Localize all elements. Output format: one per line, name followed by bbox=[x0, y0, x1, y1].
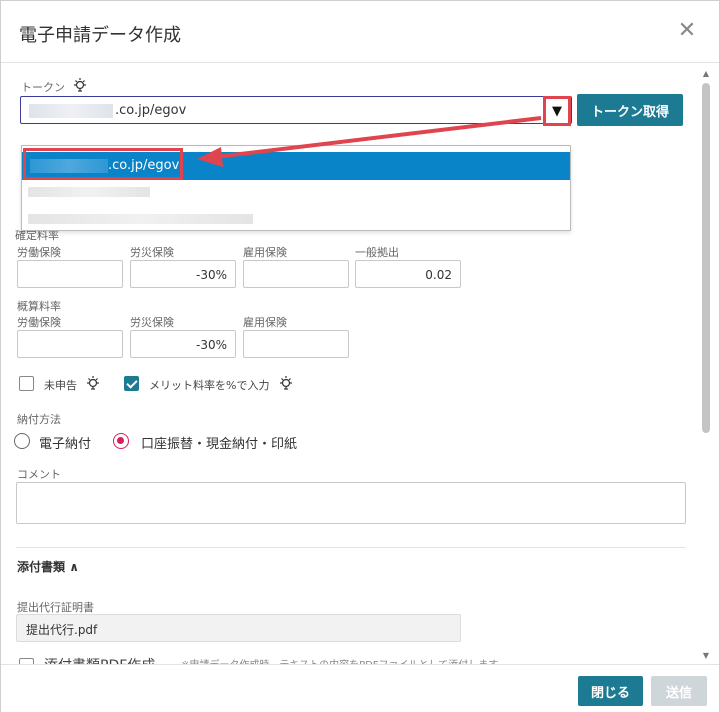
field-label: 一般拠出 bbox=[355, 246, 399, 259]
payment-method-label: 納付方法 bbox=[17, 413, 61, 426]
pdf-create-note-clip: ※申請データ作成時、テキストの内容をPDFファイルとして添付します bbox=[181, 656, 541, 664]
pdf-create-label-clip: 添付書類PDF作成 bbox=[44, 655, 194, 664]
highlight-box bbox=[23, 148, 183, 180]
proxy-cert-file-field[interactable]: 提出代行.pdf bbox=[16, 614, 461, 642]
estimated-workers-comp-input[interactable]: -30% bbox=[130, 330, 236, 358]
redacted-text bbox=[28, 214, 253, 224]
transfer-cash-stamp-label: 口座振替・現金納付・印紙 bbox=[141, 437, 298, 452]
attachments-title-text: 添付書類 bbox=[17, 560, 66, 574]
scroll-up-icon[interactable]: ▲ bbox=[700, 69, 712, 79]
divider bbox=[16, 547, 686, 548]
token-option[interactable] bbox=[22, 210, 570, 238]
estimated-rate-label: 概算料率 bbox=[17, 300, 61, 313]
input-value: 0.02 bbox=[425, 268, 452, 282]
token-select[interactable]: .co.jp/egov bbox=[20, 96, 572, 124]
dialog-footer: 閉じる 送信 bbox=[1, 664, 719, 712]
close-icon[interactable]: ✕ bbox=[675, 19, 699, 43]
confirmed-employment-insurance-input[interactable] bbox=[243, 260, 349, 288]
estimated-employment-insurance-input[interactable] bbox=[243, 330, 349, 358]
dialog: 電子申請データ作成 ✕ ▲ ▼ トークン .co.jp/egov ▼ トークン取… bbox=[0, 0, 720, 712]
token-selected-value: .co.jp/egov bbox=[29, 103, 186, 118]
dialog-title: 電子申請データ作成 bbox=[19, 25, 181, 46]
field-label: 労災保険 bbox=[130, 246, 174, 259]
redacted-text bbox=[29, 103, 113, 118]
token-label: トークン bbox=[21, 81, 65, 94]
get-token-button[interactable]: トークン取得 bbox=[577, 94, 683, 126]
confirmed-labor-insurance-input[interactable] bbox=[17, 260, 123, 288]
dialog-header: 電子申請データ作成 ✕ bbox=[1, 1, 719, 63]
attachments-section-title[interactable]: 添付書類 ∧ bbox=[17, 558, 79, 575]
lightbulb-icon[interactable] bbox=[72, 77, 88, 93]
comment-label: コメント bbox=[17, 468, 61, 481]
proxy-cert-file-name: 提出代行.pdf bbox=[26, 623, 98, 637]
pdf-create-label: 添付書類PDF作成 bbox=[44, 655, 155, 664]
close-button[interactable]: 閉じる bbox=[578, 676, 643, 706]
pdf-create-note: ※申請データ作成時、テキストの内容をPDFファイルとして添付します bbox=[181, 656, 498, 664]
unreported-checkbox[interactable] bbox=[19, 376, 34, 391]
comment-textarea[interactable] bbox=[16, 482, 686, 524]
token-option[interactable] bbox=[22, 183, 570, 211]
vertical-scrollbar[interactable]: ▲ ▼ bbox=[700, 69, 712, 661]
transfer-cash-stamp-radio[interactable] bbox=[113, 433, 129, 449]
field-label: 労災保険 bbox=[130, 316, 174, 329]
confirmed-general-contribution-input[interactable]: 0.02 bbox=[355, 260, 461, 288]
scroll-thumb[interactable] bbox=[702, 83, 710, 433]
proxy-cert-label: 提出代行証明書 bbox=[17, 601, 94, 614]
send-button[interactable]: 送信 bbox=[651, 676, 707, 706]
merit-rate-checkbox[interactable] bbox=[124, 376, 139, 391]
lightbulb-icon[interactable] bbox=[85, 375, 101, 391]
input-value: -30% bbox=[195, 338, 227, 352]
electronic-payment-radio[interactable] bbox=[14, 433, 30, 449]
confirmed-workers-comp-input[interactable]: -30% bbox=[130, 260, 236, 288]
field-label: 労働保険 bbox=[17, 246, 61, 259]
chevron-up-icon[interactable]: ∧ bbox=[69, 560, 79, 574]
token-value-text: .co.jp/egov bbox=[115, 103, 187, 118]
dropdown-arrow-icon[interactable]: ▼ bbox=[543, 96, 571, 126]
redacted-text bbox=[28, 187, 150, 197]
scroll-down-icon[interactable]: ▼ bbox=[700, 651, 712, 661]
unreported-label: 未申告 bbox=[44, 379, 77, 392]
merit-rate-label: メリット料率を%で入力 bbox=[149, 379, 270, 392]
estimated-labor-insurance-input[interactable] bbox=[17, 330, 123, 358]
input-value: -30% bbox=[195, 268, 227, 282]
field-label: 雇用保険 bbox=[243, 246, 287, 259]
electronic-payment-label: 電子納付 bbox=[39, 437, 92, 452]
field-label: 雇用保険 bbox=[243, 316, 287, 329]
field-label: 労働保険 bbox=[17, 316, 61, 329]
lightbulb-icon[interactable] bbox=[278, 375, 294, 391]
